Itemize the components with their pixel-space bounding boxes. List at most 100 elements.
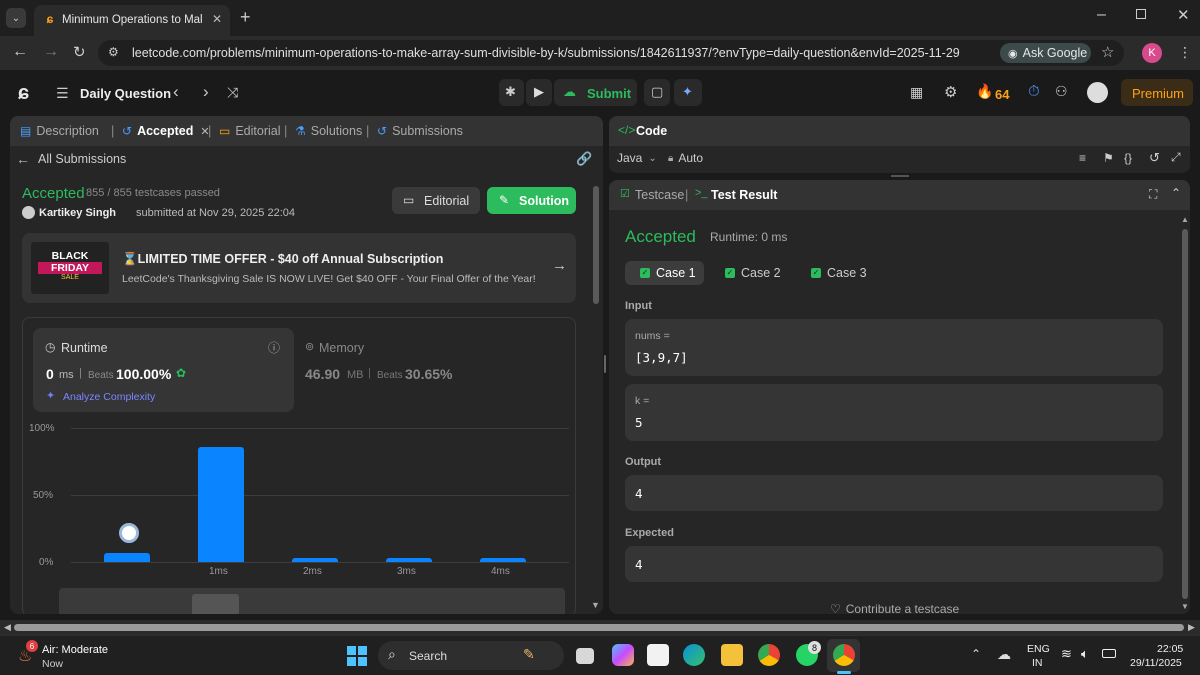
language-select[interactable]: Java ⌄	[617, 151, 657, 165]
task-view-icon[interactable]	[576, 648, 594, 664]
close-window-icon[interactable]: ✕	[1177, 6, 1190, 24]
onedrive-icon[interactable]: ☁	[997, 646, 1011, 663]
braces-icon[interactable]: {}	[1124, 151, 1132, 165]
premium-button[interactable]: Premium	[1121, 79, 1193, 106]
lang-top[interactable]: ENG	[1027, 643, 1050, 655]
leetcode-logo-icon[interactable]: ɕ	[18, 82, 29, 105]
analyze-complexity-link[interactable]: Analyze Complexity	[63, 391, 155, 403]
chart-scrollbar-track[interactable]	[59, 588, 565, 614]
profile-avatar[interactable]: K	[1142, 43, 1162, 63]
timer-icon[interactable]: ⏱	[1028, 83, 1040, 100]
ask-google-button[interactable]: ◉ Ask Google	[1000, 43, 1091, 63]
case-tab-1[interactable]: ✓ Case 1	[625, 261, 704, 285]
browser-menu-icon[interactable]: ⋮	[1178, 44, 1192, 61]
chart-bar[interactable]	[198, 446, 244, 562]
restore-icon[interactable]	[1136, 9, 1146, 19]
tab-solutions[interactable]: ⚗ Solutions	[295, 124, 362, 138]
tab-accepted[interactable]: ↺ Accepted ✕	[122, 124, 210, 138]
run-button[interactable]: ▶	[526, 79, 552, 106]
tab-close-icon[interactable]: ✕	[212, 12, 222, 26]
battery-icon[interactable]	[1102, 649, 1116, 658]
vertical-splitter[interactable]	[891, 175, 909, 177]
reset-icon[interactable]: ↺	[1149, 150, 1160, 166]
auto-toggle[interactable]: 🔒︎ Auto	[668, 151, 703, 165]
page-horizontal-scrollbar[interactable]: ◀ ▶	[0, 620, 1200, 635]
add-user-icon[interactable]: ⚇	[1055, 83, 1068, 100]
case-tab-2[interactable]: ✓ Case 2	[725, 266, 781, 280]
chart-bar[interactable]	[292, 557, 338, 562]
chart-scrollbar-thumb[interactable]	[192, 594, 239, 614]
ai-assist-button[interactable]: ✦	[674, 79, 702, 106]
store-icon[interactable]	[647, 644, 669, 666]
address-bar[interactable]: ⚙ leetcode.com/problems/minimum-operatio…	[98, 40, 1124, 66]
info-icon[interactable]: ⓘ	[268, 339, 280, 356]
submitter-name[interactable]: Kartikey Singh	[39, 207, 116, 219]
streak-fire-icon[interactable]: 🔥	[976, 83, 993, 100]
editorial-button[interactable]: ▭ Editorial	[392, 187, 480, 214]
your-submission-avatar[interactable]	[119, 523, 139, 543]
collapse-icon[interactable]: ⌃	[1171, 186, 1181, 200]
new-tab-icon[interactable]: +	[240, 7, 251, 28]
right-panel-scrollbar[interactable]	[1182, 229, 1188, 599]
submit-button[interactable]: ☁ Submit	[554, 79, 637, 106]
copilot-icon[interactable]	[612, 644, 634, 666]
settings-gear-icon[interactable]: ⚙	[944, 83, 957, 101]
contribute-testcase-link[interactable]: ♡ Contribute a testcase	[830, 602, 959, 614]
minimize-icon[interactable]: –	[1097, 6, 1106, 24]
scroll-left-icon[interactable]: ◀	[4, 622, 11, 633]
taskbar-search[interactable]: ⌕ Search ✎	[378, 641, 564, 670]
format-icon[interactable]: ≡	[1079, 151, 1086, 165]
bookmark-icon[interactable]: ⚑	[1103, 151, 1114, 165]
tab-description[interactable]: ▤ Description	[20, 124, 99, 138]
bookmark-star-icon[interactable]: ☆	[1101, 43, 1114, 61]
shuffle-icon[interactable]: ⤨	[227, 84, 238, 101]
tab-test-result[interactable]: Test Result	[711, 188, 777, 202]
daily-question-title[interactable]: Daily Question	[80, 86, 171, 101]
file-explorer-icon[interactable]	[721, 644, 743, 666]
maximize-icon[interactable]: ⛶	[1149, 187, 1157, 202]
left-panel-scrollbar[interactable]	[593, 186, 599, 304]
notes-button[interactable]: ▢	[644, 79, 670, 106]
back-arrow-icon[interactable]: ←	[12, 43, 28, 61]
case-tab-3[interactable]: ✓ Case 3	[811, 266, 867, 280]
runtime-card[interactable]: ◷ Runtime ⓘ 0 ms | Beats 100.00% ✿ ✦ Ana…	[33, 328, 294, 412]
lang-bot[interactable]: IN	[1032, 657, 1043, 669]
share-link-icon[interactable]: 🔗	[576, 151, 592, 167]
chrome-active-icon[interactable]	[833, 644, 855, 666]
prev-problem-icon[interactable]: ‹	[173, 82, 179, 102]
tab-editorial[interactable]: ▭ Editorial	[219, 124, 281, 138]
chart-bar[interactable]	[480, 557, 526, 562]
debug-button[interactable]: ✱	[499, 79, 524, 106]
memory-card[interactable]: ⊚ Memory 46.90 MB | Beats 30.65%	[305, 328, 566, 412]
scroll-down-icon[interactable]: ▼	[1181, 602, 1189, 611]
scroll-down-icon[interactable]: ▼	[591, 600, 600, 610]
scroll-up-icon[interactable]: ▲	[1181, 215, 1189, 224]
chart-bar[interactable]	[386, 557, 432, 562]
clock-time[interactable]: 22:05	[1157, 643, 1183, 655]
tab-submissions[interactable]: ↺ Submissions	[377, 124, 463, 138]
edge-icon[interactable]	[683, 644, 705, 666]
browser-tab[interactable]: ɕ Minimum Operations to Make / ✕	[34, 5, 230, 36]
clock-date[interactable]: 29/11/2025	[1130, 657, 1182, 669]
all-submissions-link[interactable]: ← All Submissions	[16, 151, 126, 167]
reload-icon[interactable]: ↻	[73, 43, 86, 61]
panel-splitter[interactable]	[604, 355, 606, 373]
scroll-right-icon[interactable]: ▶	[1188, 622, 1195, 633]
user-avatar[interactable]	[1087, 82, 1108, 103]
site-info-icon[interactable]: ⚙	[108, 45, 119, 59]
wifi-icon[interactable]: ≋	[1061, 646, 1072, 662]
forward-arrow-icon[interactable]: →	[43, 43, 59, 61]
tab-list-button[interactable]: ⌄	[6, 8, 26, 28]
weather-widget[interactable]: ♨ 6 Air: Moderate Now	[14, 640, 134, 672]
start-button[interactable]	[347, 646, 367, 666]
expand-icon[interactable]: ⤢	[1171, 150, 1181, 165]
chrome-icon[interactable]	[758, 644, 780, 666]
solution-button[interactable]: ✎ Solution	[487, 187, 576, 214]
tab-testcase[interactable]: Testcase	[635, 188, 684, 202]
chart-bar[interactable]	[104, 552, 150, 562]
next-problem-icon[interactable]: ›	[203, 82, 209, 102]
volume-icon[interactable]: 🔈︎	[1081, 646, 1089, 662]
tray-chevron-icon[interactable]: ⌃	[971, 647, 981, 661]
horizontal-scroll-thumb[interactable]	[14, 624, 1184, 631]
layout-grid-icon[interactable]: ▦	[910, 84, 923, 101]
